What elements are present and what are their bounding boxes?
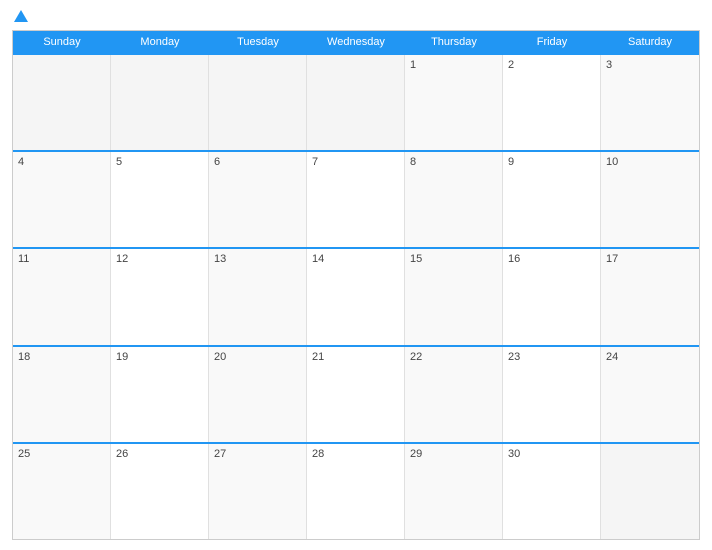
- day-number: 10: [606, 156, 618, 168]
- days-header: SundayMondayTuesdayWednesdayThursdayFrid…: [13, 31, 699, 53]
- day-number: 7: [312, 156, 318, 168]
- day-number: 23: [508, 351, 520, 363]
- week-row-0: 1 2 3: [13, 53, 699, 150]
- day-number: 12: [116, 253, 128, 265]
- day-number: 5: [116, 156, 122, 168]
- day-cell: [13, 55, 111, 150]
- day-cell: 10: [601, 152, 699, 247]
- day-cell: 26: [111, 444, 209, 539]
- day-number: 22: [410, 351, 422, 363]
- day-cell: 9: [503, 152, 601, 247]
- week-row-4: 25 26 27 28 29 30: [13, 442, 699, 539]
- day-cell: 8: [405, 152, 503, 247]
- day-number: 16: [508, 253, 520, 265]
- day-cell: 30: [503, 444, 601, 539]
- day-cell: 28: [307, 444, 405, 539]
- day-cell: 24: [601, 347, 699, 442]
- day-number: 9: [508, 156, 514, 168]
- day-cell: 13: [209, 249, 307, 344]
- day-number: 3: [606, 59, 612, 71]
- day-number: 14: [312, 253, 324, 265]
- weeks-container: 1234567891011121314151617181920212223242…: [13, 53, 699, 539]
- day-number: 27: [214, 448, 226, 460]
- day-cell: 1: [405, 55, 503, 150]
- day-number: 17: [606, 253, 618, 265]
- day-name-wednesday: Wednesday: [307, 31, 405, 53]
- day-number: 8: [410, 156, 416, 168]
- day-number: 13: [214, 253, 226, 265]
- day-cell: [307, 55, 405, 150]
- day-number: 21: [312, 351, 324, 363]
- header: [12, 10, 700, 22]
- day-cell: 16: [503, 249, 601, 344]
- day-name-sunday: Sunday: [13, 31, 111, 53]
- day-number: 15: [410, 253, 422, 265]
- day-name-tuesday: Tuesday: [209, 31, 307, 53]
- logo: [12, 10, 28, 22]
- day-cell: 21: [307, 347, 405, 442]
- day-number: 25: [18, 448, 30, 460]
- day-number: 24: [606, 351, 618, 363]
- day-cell: 19: [111, 347, 209, 442]
- day-name-saturday: Saturday: [601, 31, 699, 53]
- day-number: 19: [116, 351, 128, 363]
- day-cell: [601, 444, 699, 539]
- calendar-grid: SundayMondayTuesdayWednesdayThursdayFrid…: [12, 30, 700, 540]
- day-cell: 20: [209, 347, 307, 442]
- logo-triangle-icon: [14, 10, 28, 22]
- day-number: 28: [312, 448, 324, 460]
- day-cell: 27: [209, 444, 307, 539]
- day-name-thursday: Thursday: [405, 31, 503, 53]
- day-cell: 4: [13, 152, 111, 247]
- day-number: 20: [214, 351, 226, 363]
- day-number: 6: [214, 156, 220, 168]
- day-number: 11: [18, 253, 29, 265]
- day-cell: 3: [601, 55, 699, 150]
- day-cell: 11: [13, 249, 111, 344]
- week-row-1: 4 5 6 7 8 9 10: [13, 150, 699, 247]
- week-row-3: 18 19 20 21 22 23 24: [13, 345, 699, 442]
- day-number: 2: [508, 59, 514, 71]
- day-number: 30: [508, 448, 520, 460]
- day-cell: 12: [111, 249, 209, 344]
- day-cell: 5: [111, 152, 209, 247]
- day-number: 18: [18, 351, 30, 363]
- day-cell: 22: [405, 347, 503, 442]
- day-cell: 23: [503, 347, 601, 442]
- day-number: 1: [410, 59, 416, 71]
- day-cell: 2: [503, 55, 601, 150]
- week-row-2: 11 12 13 14 15 16 17: [13, 247, 699, 344]
- day-cell: 25: [13, 444, 111, 539]
- day-number: 29: [410, 448, 422, 460]
- day-name-monday: Monday: [111, 31, 209, 53]
- day-cell: 6: [209, 152, 307, 247]
- day-cell: 18: [13, 347, 111, 442]
- day-cell: [111, 55, 209, 150]
- calendar-page: SundayMondayTuesdayWednesdayThursdayFrid…: [0, 0, 712, 550]
- day-cell: 17: [601, 249, 699, 344]
- day-cell: 7: [307, 152, 405, 247]
- day-cell: [209, 55, 307, 150]
- day-cell: 14: [307, 249, 405, 344]
- day-cell: 15: [405, 249, 503, 344]
- day-name-friday: Friday: [503, 31, 601, 53]
- day-number: 26: [116, 448, 128, 460]
- day-cell: 29: [405, 444, 503, 539]
- day-number: 4: [18, 156, 24, 168]
